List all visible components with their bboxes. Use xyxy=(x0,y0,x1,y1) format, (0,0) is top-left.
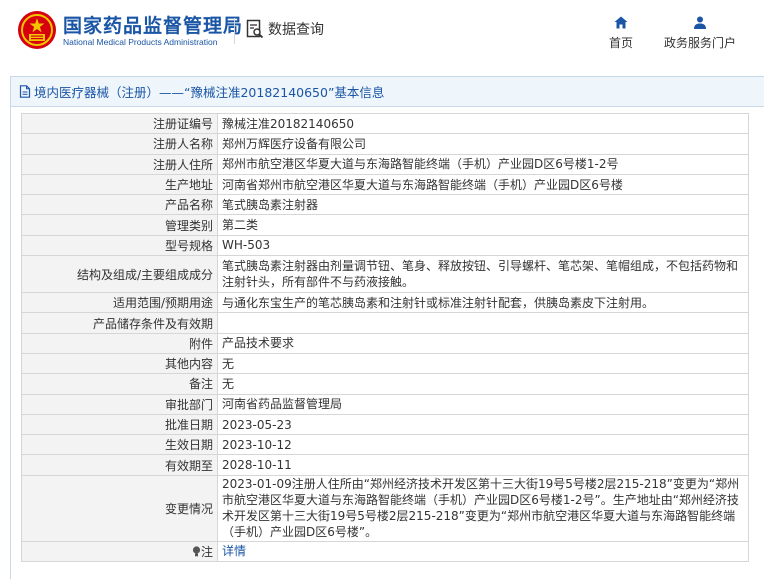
user-icon xyxy=(694,16,706,29)
table-row: 产品名称 笔式胰岛素注射器 xyxy=(21,194,749,216)
detail-panel: 境内医疗器械（注册）——“豫械注准20182140650”基本信息 注册证编号 … xyxy=(10,76,764,579)
approval-date: 2023-05-23 xyxy=(217,413,749,436)
row-label: 适用范围/预期用途 xyxy=(21,292,218,314)
site-title-english: National Medical Products Administration xyxy=(63,37,218,47)
row-label: 审批部门 xyxy=(21,393,218,415)
site-header: 国家药品监督管理局 National Medical Products Admi… xyxy=(0,0,764,66)
structure-composition: 笔式胰岛素注射器由剂量调节钮、笔身、释放按钮、引导螺杆、笔芯架、笔帽组成，不包括… xyxy=(217,255,749,294)
registration-number: 豫械注准20182140650 xyxy=(217,112,749,135)
data-query-label: 数据查询 xyxy=(268,22,324,38)
row-label: 生产地址 xyxy=(21,173,218,196)
table-row: 注册人住所 郑州市航空港区华夏大道与东海路智能终端（手机）产业园D区6号楼1-2… xyxy=(21,153,749,175)
production-address: 河南省郑州市航空港区华夏大道与东海路智能终端（手机）产业园D区6号楼 xyxy=(217,173,749,196)
lightbulb-icon xyxy=(192,546,201,557)
table-row: 管理类别 第二类 xyxy=(21,214,749,236)
table-row: 备注 无 xyxy=(21,373,749,395)
row-label: 注册证编号 xyxy=(21,112,218,135)
model-spec: WH-503 xyxy=(217,234,749,257)
expiry-date: 2028-10-11 xyxy=(217,454,749,476)
nav-service-portal[interactable]: 政务服务门户 xyxy=(664,16,736,51)
row-label: 产品储存条件及有效期 xyxy=(21,312,218,334)
table-row: 其他内容 无 xyxy=(21,352,749,375)
panel-heading: 境内医疗器械（注册）——“豫械注准20182140650”基本信息 xyxy=(11,77,764,107)
table-row: 适用范围/预期用途 与通化东宝生产的笔芯胰岛素和注射针或标准注射针配套，供胰岛素… xyxy=(21,292,749,314)
effective-date: 2023-10-12 xyxy=(217,434,749,456)
note-value-cell: 详情 xyxy=(217,540,749,563)
row-label: 批准日期 xyxy=(21,413,218,436)
remarks: 无 xyxy=(217,373,749,395)
nav-home-label: 首页 xyxy=(609,36,634,50)
change-history: 2023-01-09注册人住所由“郑州经济技术开发区第十三大街19号5号楼2层2… xyxy=(217,474,749,542)
row-label: 型号规格 xyxy=(21,234,218,257)
management-category: 第二类 xyxy=(217,214,749,236)
table-row: 批准日期 2023-05-23 xyxy=(21,413,749,436)
row-label: 附件 xyxy=(21,332,218,354)
national-emblem-icon[interactable] xyxy=(17,10,57,50)
storage-conditions xyxy=(217,312,749,334)
home-icon xyxy=(614,16,628,29)
registrant-address: 郑州市航空港区华夏大道与东海路智能终端（手机）产业园D区6号楼1-2号 xyxy=(217,153,749,175)
row-label: 变更情况 xyxy=(21,474,218,542)
document-icon xyxy=(19,85,31,98)
table-row: 注册证编号 豫械注准20182140650 xyxy=(21,112,749,135)
table-row: 注 详情 xyxy=(21,540,749,563)
other-content: 无 xyxy=(217,352,749,375)
row-label: 注册人住所 xyxy=(21,153,218,175)
product-name: 笔式胰岛素注射器 xyxy=(217,194,749,216)
row-label: 备注 xyxy=(21,373,218,395)
row-label: 其他内容 xyxy=(21,352,218,375)
row-label: 生效日期 xyxy=(21,434,218,456)
site-title[interactable]: 国家药品监督管理局 xyxy=(63,11,243,38)
nav-service-portal-label: 政务服务门户 xyxy=(664,36,737,50)
table-row: 附件 产品技术要求 xyxy=(21,332,749,354)
table-row: 审批部门 河南省药品监督管理局 xyxy=(21,393,749,415)
details-link[interactable]: 详情 xyxy=(222,544,246,558)
row-label: 产品名称 xyxy=(21,194,218,216)
table-row: 生产地址 河南省郑州市航空港区华夏大道与东海路智能终端（手机）产业园D区6号楼 xyxy=(21,173,749,196)
table-row: 有效期至 2028-10-11 xyxy=(21,454,749,476)
table-row: 型号规格 WH-503 xyxy=(21,234,749,257)
intended-use: 与通化东宝生产的笔芯胰岛素和注射针或标准注射针配套，供胰岛素皮下注射用。 xyxy=(217,292,749,314)
document-search-icon xyxy=(246,19,264,39)
row-label: 结构及组成/主要组成成分 xyxy=(21,255,218,294)
attachment: 产品技术要求 xyxy=(217,332,749,354)
header-divider xyxy=(234,18,235,44)
row-label: 管理类别 xyxy=(21,214,218,236)
registrant-name: 郑州万辉医疗设备有限公司 xyxy=(217,133,749,155)
table-row: 变更情况 2023-01-09注册人住所由“郑州经济技术开发区第十三大街19号5… xyxy=(21,474,749,542)
panel-heading-text: 境内医疗器械（注册）——“豫械注准20182140650”基本信息 xyxy=(34,85,385,100)
approval-department: 河南省药品监督管理局 xyxy=(217,393,749,415)
nav-home[interactable]: 首页 xyxy=(609,16,633,51)
table-row: 生效日期 2023-10-12 xyxy=(21,434,749,456)
registration-info-table: 注册证编号 豫械注准20182140650 注册人名称 郑州万辉医疗设备有限公司… xyxy=(21,112,749,563)
table-row: 注册人名称 郑州万辉医疗设备有限公司 xyxy=(21,133,749,155)
note-label-cell: 注 xyxy=(21,540,218,563)
table-row: 结构及组成/主要组成成分 笔式胰岛素注射器由剂量调节钮、笔身、释放按钮、引导螺杆… xyxy=(21,255,749,294)
row-label: 有效期至 xyxy=(21,454,218,476)
note-label: 注 xyxy=(200,544,213,559)
table-row: 产品储存条件及有效期 xyxy=(21,312,749,334)
data-query-link[interactable]: 数据查询 xyxy=(246,19,324,39)
row-label: 注册人名称 xyxy=(21,133,218,155)
